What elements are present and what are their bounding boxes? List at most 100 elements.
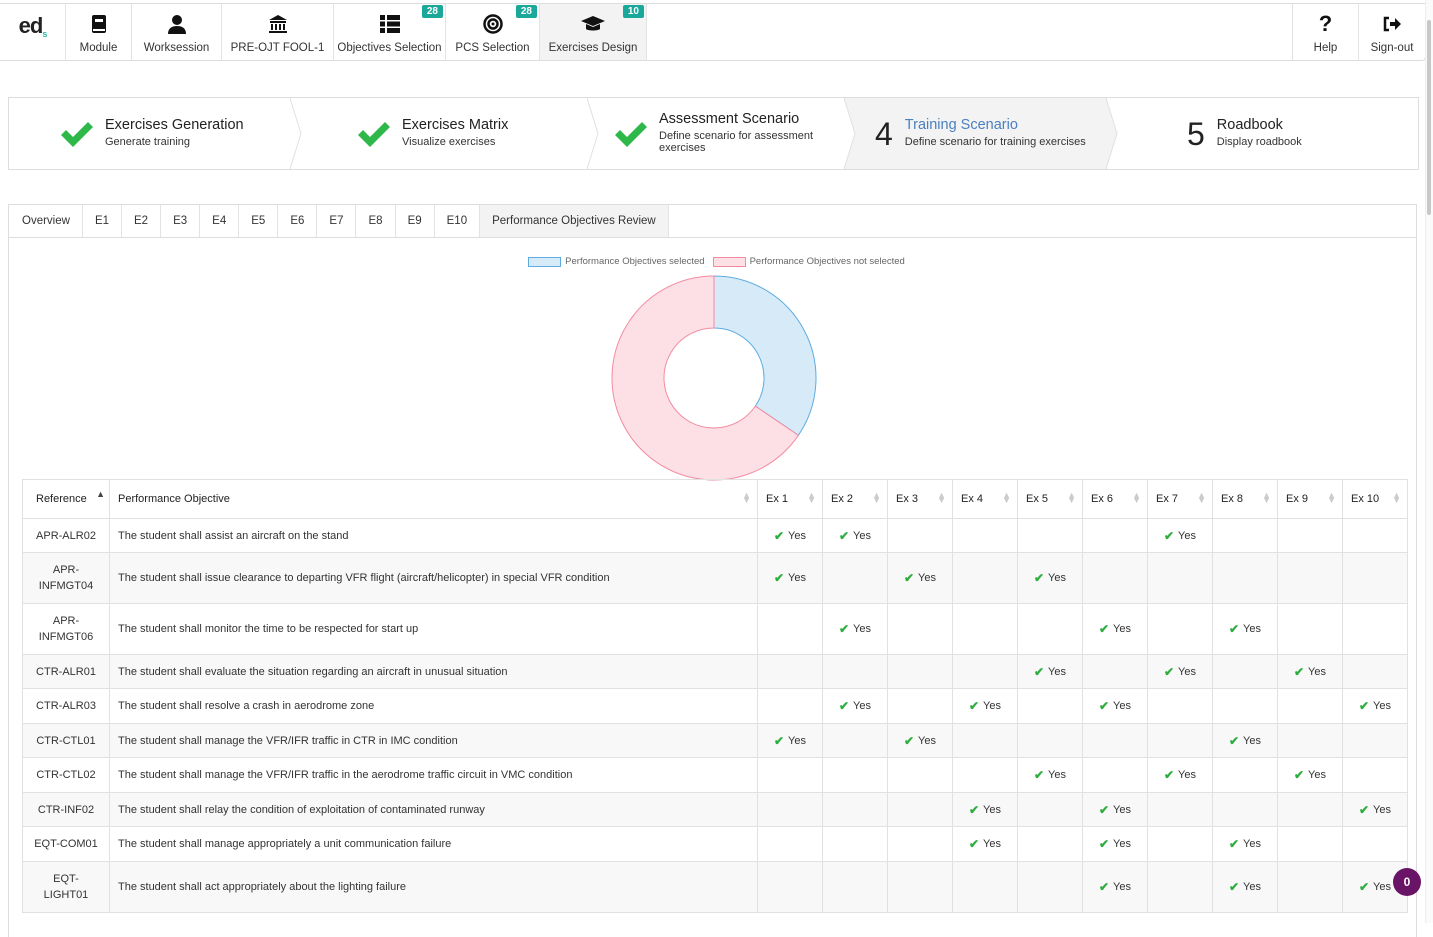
top-navbar: ed s Module Worksession PRE-OJT FOOL-1 Ob… bbox=[0, 3, 1426, 61]
check-icon: ✔ bbox=[1228, 837, 1240, 851]
cell-ex-10 bbox=[1342, 757, 1408, 793]
column-header-label: Ex 9 bbox=[1286, 493, 1309, 505]
step-title: Roadbook bbox=[1216, 117, 1283, 134]
target-icon bbox=[482, 13, 503, 35]
nav-item-label: Exercises Design bbox=[548, 42, 638, 54]
check-icon: ✔ bbox=[1358, 880, 1370, 894]
legend-item-not-selected[interactable]: Performance Objectives not selected bbox=[712, 256, 905, 267]
reference-text: EQT- LIGHT01 bbox=[43, 873, 89, 901]
tab-e2[interactable]: E2 bbox=[122, 205, 162, 237]
cell-ex-4 bbox=[952, 757, 1018, 793]
yes-label: Yes bbox=[853, 700, 871, 712]
cell-ex-5 bbox=[1017, 688, 1083, 724]
cell-objective: The student shall manage the VFR/IFR tra… bbox=[109, 723, 758, 758]
wizard-step-training-scenario[interactable]: 4 Training Scenario Define scenario for … bbox=[845, 98, 1118, 169]
cell-ex-9 bbox=[1277, 552, 1343, 604]
cell-ex-3 bbox=[887, 518, 953, 553]
column-header-performance-objective[interactable]: Performance Objective ▲ ▼ bbox=[109, 479, 758, 519]
column-header-ex-8[interactable]: Ex 8 ▲ ▼ bbox=[1212, 479, 1278, 519]
check-icon: ✔ bbox=[773, 733, 785, 748]
cell-ex-6 bbox=[1082, 723, 1148, 758]
table-row: APR-ALR02 The student shall assist an ai… bbox=[22, 518, 1408, 553]
tab-e1[interactable]: E1 bbox=[83, 205, 123, 237]
exercise-tabs: Overview E1 E2 E3 E4 E5 E6 E7 E8 E9 E10 Performance… bbox=[8, 204, 1417, 238]
page-scrollbar-thumb[interactable] bbox=[1427, 20, 1431, 215]
nav-item-module[interactable]: Module bbox=[66, 4, 132, 60]
nav-item-objectives-selection[interactable]: Objectives Selection 28 bbox=[334, 4, 446, 60]
tab-e10[interactable]: E10 bbox=[435, 205, 481, 237]
help-button[interactable]: ? Help bbox=[1293, 4, 1359, 60]
sort-icon: ▲ ▼ bbox=[872, 490, 881, 505]
app-logo[interactable]: ed s bbox=[0, 4, 66, 60]
nav-item-pcs-selection[interactable]: PCS Selection 28 bbox=[446, 4, 540, 60]
cell-ex-4: ✔ Yes bbox=[952, 826, 1018, 862]
tab-e5[interactable]: E5 bbox=[239, 205, 279, 237]
tab-e8[interactable]: E8 bbox=[356, 205, 396, 237]
tab-performance-objectives-review[interactable]: Performance Objectives Review bbox=[480, 205, 669, 237]
nav-item-pre-ojt-fool-1[interactable]: PRE-OJT FOOL-1 bbox=[222, 4, 334, 60]
tab-e9[interactable]: E9 bbox=[396, 205, 435, 237]
page-scrollbar-track[interactable] bbox=[1425, 0, 1433, 923]
yes-indicator: ✔ Yes bbox=[774, 571, 806, 585]
check-icon: ✔ bbox=[838, 528, 850, 543]
yes-label: Yes bbox=[1178, 665, 1196, 678]
yes-indicator: ✔ Yes bbox=[969, 803, 1001, 817]
column-header-reference[interactable]: Reference ▲ bbox=[22, 479, 110, 519]
column-header-ex-10[interactable]: Ex 10 ▲ ▼ bbox=[1342, 479, 1408, 519]
column-header-ex-3[interactable]: Ex 3 ▲ ▼ bbox=[887, 479, 953, 519]
book-icon bbox=[91, 13, 107, 35]
check-icon: ✔ bbox=[1163, 528, 1175, 543]
sort-icon: ▲ ▼ bbox=[1262, 490, 1271, 505]
check-icon bbox=[61, 121, 93, 147]
tab-e4[interactable]: E4 bbox=[200, 205, 240, 237]
column-header-ex-6[interactable]: Ex 6 ▲ ▼ bbox=[1082, 479, 1148, 519]
cell-ex-10 bbox=[1342, 826, 1408, 862]
yes-indicator: ✔ Yes bbox=[969, 837, 1001, 851]
cell-ex-1 bbox=[757, 826, 823, 862]
tab-e7[interactable]: E7 bbox=[317, 205, 357, 237]
column-header-ex-1[interactable]: Ex 1 ▲ ▼ bbox=[757, 479, 823, 519]
step-subtitle: Visualize exercises bbox=[402, 136, 496, 149]
sort-icon: ▲ ▼ bbox=[1132, 490, 1141, 505]
wizard-step-assessment-scenario[interactable]: Assessment Scenario Define scenario for … bbox=[588, 98, 856, 169]
yes-indicator: ✔ Yes bbox=[839, 699, 871, 713]
cell-reference: EQT- LIGHT01 bbox=[22, 861, 110, 913]
column-header-label: Performance Objective bbox=[118, 493, 230, 505]
yes-label: Yes bbox=[918, 572, 936, 584]
column-header-label: Ex 8 bbox=[1221, 493, 1244, 505]
cell-ex-8: ✔ Yes bbox=[1212, 603, 1278, 655]
signout-button[interactable]: Sign-out bbox=[1359, 4, 1425, 60]
cell-ex-10 bbox=[1342, 603, 1408, 655]
column-header-label: Ex 7 bbox=[1156, 493, 1179, 505]
column-header-ex-9[interactable]: Ex 9 ▲ ▼ bbox=[1277, 479, 1343, 519]
check-icon: ✔ bbox=[1098, 802, 1110, 817]
cell-ex-3 bbox=[887, 792, 953, 827]
wizard-step-roadbook[interactable]: 5 Roadbook Display roadbook bbox=[1107, 98, 1418, 169]
tab-e6[interactable]: E6 bbox=[278, 205, 318, 237]
yes-label: Yes bbox=[1373, 803, 1391, 816]
yes-label: Yes bbox=[1373, 700, 1391, 712]
cell-ex-1: ✔ Yes bbox=[757, 552, 823, 604]
list-icon bbox=[379, 13, 400, 35]
yes-label: Yes bbox=[788, 572, 806, 584]
column-header-ex-4[interactable]: Ex 4 ▲ ▼ bbox=[952, 479, 1018, 519]
yes-label: Yes bbox=[1113, 881, 1131, 893]
yes-indicator: ✔ Yes bbox=[1099, 699, 1131, 713]
column-header-ex-2[interactable]: Ex 2 ▲ ▼ bbox=[822, 479, 888, 519]
tab-e3[interactable]: E3 bbox=[161, 205, 201, 237]
tab-overview[interactable]: Overview bbox=[9, 205, 83, 237]
donut-slice-selected[interactable] bbox=[713, 275, 817, 437]
yes-indicator: ✔ Yes bbox=[839, 529, 871, 543]
nav-item-label: PRE-OJT FOOL-1 bbox=[230, 42, 325, 54]
column-header-ex-7[interactable]: Ex 7 ▲ ▼ bbox=[1147, 479, 1213, 519]
wizard-step-exercises-generation[interactable]: Exercises Generation Generate training bbox=[9, 98, 302, 169]
cell-ex-8 bbox=[1212, 552, 1278, 604]
column-header-ex-5[interactable]: Ex 5 ▲ ▼ bbox=[1017, 479, 1083, 519]
wizard-step-exercises-matrix[interactable]: Exercises Matrix Visualize exercises bbox=[291, 98, 599, 169]
nav-item-exercises-design[interactable]: Exercises Design 10 bbox=[540, 4, 647, 60]
yes-indicator: ✔ Yes bbox=[1229, 622, 1261, 636]
legend-item-selected[interactable]: Performance Objectives selected bbox=[528, 256, 705, 267]
notification-badge[interactable]: 0 bbox=[1393, 868, 1421, 896]
nav-item-worksession[interactable]: Worksession bbox=[132, 4, 222, 60]
cell-objective: The student shall assist an aircraft on … bbox=[109, 518, 758, 553]
